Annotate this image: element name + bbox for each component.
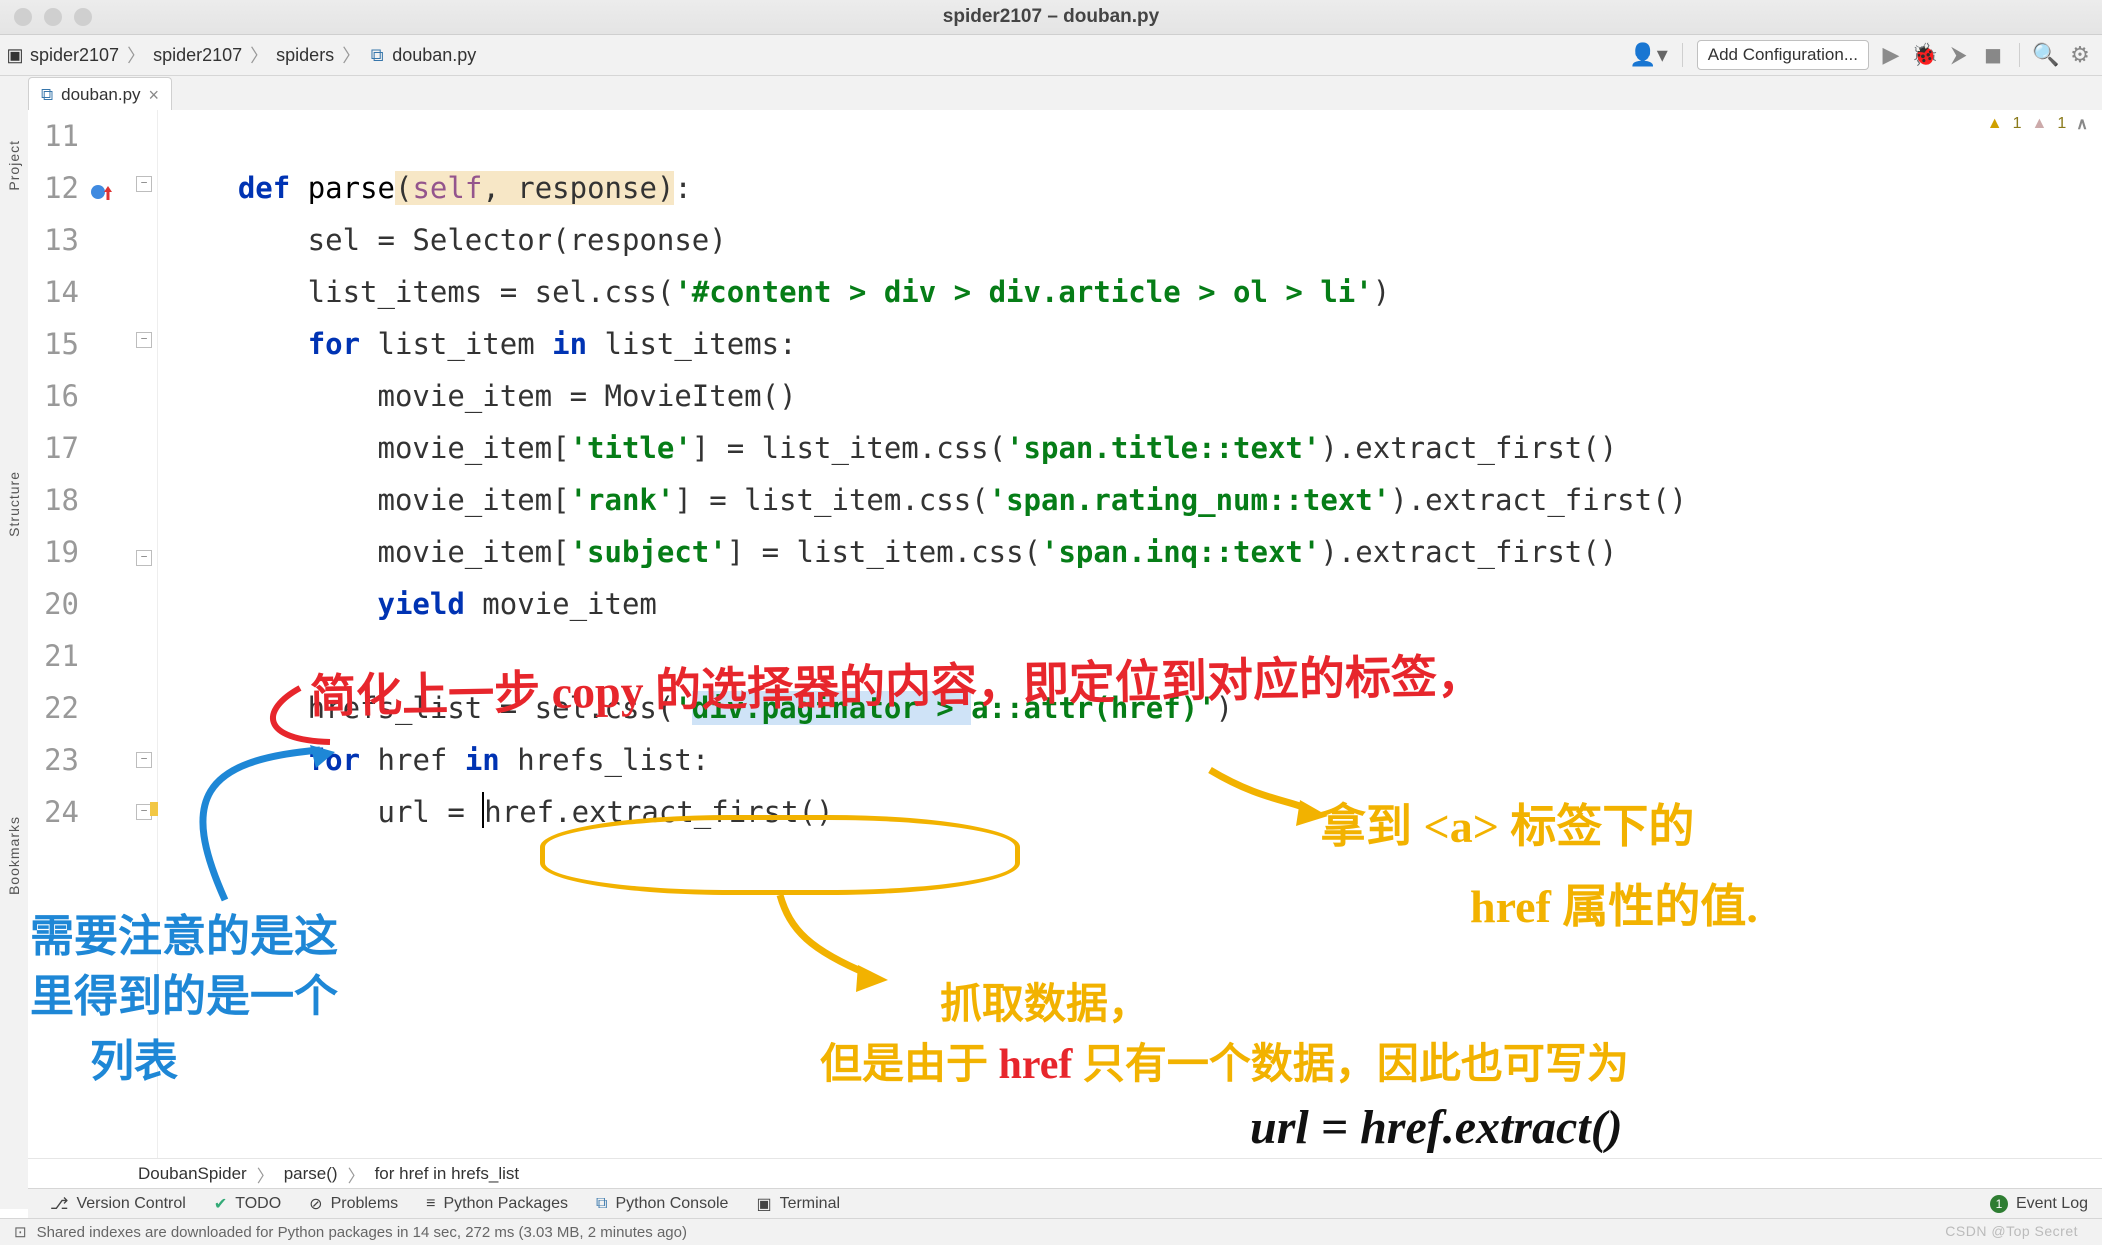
line-no[interactable]: 21 [28, 630, 79, 682]
event-badge: 1 [1990, 1195, 2008, 1213]
code-line[interactable] [168, 630, 2062, 682]
tool-event-log[interactable]: 1 Event Log [1990, 1195, 2102, 1213]
git-icon: ⎇ [50, 1194, 68, 1214]
todo-icon: ✔ [214, 1194, 227, 1214]
code-line[interactable]: sel = Selector(response) [168, 214, 2062, 266]
project-icon: ▣ [6, 46, 24, 64]
tool-version-control[interactable]: ⎇Version Control [50, 1194, 186, 1214]
tool-todo[interactable]: ✔TODO [214, 1194, 281, 1214]
code-line[interactable]: movie_item = MovieItem() [168, 370, 2062, 422]
weak-warning-icon: ▲ [2032, 115, 2048, 133]
window-title: spider2107 – douban.py [943, 6, 1159, 28]
crumb-0[interactable]: spider2107 [30, 45, 119, 66]
code-line[interactable]: movie_item['title'] = list_item.css('spa… [168, 422, 2062, 474]
tool-project[interactable]: Project [6, 140, 22, 191]
tool-python-console[interactable]: ⧉Python Console [596, 1195, 728, 1213]
code-line[interactable]: movie_item['subject'] = list_item.css('s… [168, 526, 2062, 578]
nav-crumb-1[interactable]: parse() [284, 1164, 338, 1184]
status-message: Shared indexes are downloaded for Python… [37, 1224, 687, 1241]
line-no[interactable]: 11 [28, 110, 79, 162]
line-no[interactable]: 22 [28, 682, 79, 734]
code-line[interactable]: yield movie_item [168, 578, 2062, 630]
debug-icon[interactable]: 🐞 [1913, 42, 1937, 68]
scroll-top-icon[interactable]: ∧ [2076, 114, 2088, 134]
code-text[interactable]: def parse(self, response): sel = Selecto… [168, 110, 2062, 1159]
code-line[interactable]: for list_item in list_items: [168, 318, 2062, 370]
code-editor[interactable]: 11 12 13 14 15 16 17 18 19 20 21 22 23 2… [28, 110, 2102, 1159]
warning-icon: ▲ [1987, 115, 2003, 133]
speech-icon[interactable]: ⊡ [14, 1223, 27, 1241]
inspections-widget[interactable]: ▲ 1 ▲ 1 ∧ [1987, 114, 2088, 134]
python-file-icon: ⧉ [41, 85, 53, 105]
title-bar: spider2107 – douban.py [0, 0, 2102, 35]
close-window-icon[interactable] [14, 8, 32, 26]
code-line[interactable]: def parse(self, response): [168, 162, 2062, 214]
line-number-gutter[interactable]: 11 12 13 14 15 16 17 18 19 20 21 22 23 2… [28, 110, 158, 1159]
code-line[interactable] [168, 110, 2062, 162]
search-icon[interactable]: 🔍 [2034, 42, 2058, 68]
line-no[interactable]: 15 [28, 318, 79, 370]
stop-icon[interactable]: ◼ [1981, 42, 2005, 68]
file-tab-douban[interactable]: ⧉ douban.py × [28, 77, 172, 113]
line-no[interactable]: 17 [28, 422, 79, 474]
tool-python-packages[interactable]: ≡Python Packages [426, 1195, 568, 1213]
editor-tabs: ⧉ douban.py × [0, 76, 2102, 113]
code-line[interactable]: for href in hrefs_list: [168, 734, 2062, 786]
left-tool-strip: Project Structure Bookmarks [0, 110, 29, 1209]
line-no[interactable]: 12 [28, 162, 79, 214]
warning-count-a: 1 [2013, 115, 2022, 133]
crumb-sep: 〉 [125, 42, 147, 68]
tool-bookmarks[interactable]: Bookmarks [6, 816, 22, 895]
line-no[interactable]: 24 [28, 786, 79, 838]
console-icon: ⧉ [596, 1195, 607, 1213]
nav-crumb-2[interactable]: for href in hrefs_list [375, 1164, 520, 1184]
line-no[interactable]: 23 [28, 734, 79, 786]
line-no[interactable]: 16 [28, 370, 79, 422]
crumb-3[interactable]: douban.py [392, 45, 476, 66]
bottom-tool-tabs: ⎇Version Control ✔TODO ⊘Problems ≡Python… [28, 1188, 2102, 1219]
file-tab-label: douban.py [61, 85, 140, 105]
coverage-icon[interactable]: ⮞ [1947, 42, 1971, 68]
tool-terminal[interactable]: ▣Terminal [756, 1194, 840, 1214]
watermark: CSDN @Top Secret [1945, 1223, 2078, 1239]
breadcrumb[interactable]: ▣ spider2107 〉 spider2107 〉 spiders 〉 ⧉ do… [6, 42, 476, 68]
crumb-2[interactable]: spiders [276, 45, 334, 66]
crumb-1[interactable]: spider2107 [153, 45, 242, 66]
warning-count-b: 1 [2057, 115, 2066, 133]
run-icon[interactable]: ▶ [1879, 42, 1903, 68]
crumb-sep: 〉 [340, 42, 362, 68]
editor-nav-crumbs[interactable]: DoubanSpider 〉 parse() 〉 for href in hre… [28, 1158, 2102, 1189]
close-tab-icon[interactable]: × [149, 85, 160, 106]
gear-icon[interactable]: ⚙ [2068, 42, 2092, 68]
code-line[interactable]: movie_item['rank'] = list_item.css('span… [168, 474, 2062, 526]
problems-icon: ⊘ [309, 1194, 322, 1214]
user-menu-icon[interactable]: 👤▾ [1629, 42, 1667, 68]
line-no[interactable]: 20 [28, 578, 79, 630]
terminal-icon: ▣ [756, 1194, 771, 1214]
packages-icon: ≡ [426, 1195, 435, 1213]
code-line[interactable]: hrefs_list = sel.css('div.paginator > a:… [168, 682, 2062, 734]
tool-structure[interactable]: Structure [6, 471, 22, 537]
nav-crumb-0[interactable]: DoubanSpider [138, 1164, 247, 1184]
line-no[interactable]: 13 [28, 214, 79, 266]
code-line[interactable]: url = href.extract_first() [168, 786, 2062, 838]
crumb-sep: 〉 [248, 42, 270, 68]
main-toolbar: ▣ spider2107 〉 spider2107 〉 spiders 〉 ⧉ do… [0, 35, 2102, 76]
line-no[interactable]: 18 [28, 474, 79, 526]
run-config-dropdown[interactable]: Add Configuration... [1697, 40, 1869, 70]
minimize-window-icon[interactable] [44, 8, 62, 26]
tool-problems[interactable]: ⊘Problems [309, 1194, 398, 1214]
line-no[interactable]: 14 [28, 266, 79, 318]
line-no[interactable]: 19 [28, 526, 79, 578]
code-line[interactable]: list_items = sel.css('#content > div > d… [168, 266, 2062, 318]
traffic-lights [14, 8, 92, 26]
python-file-icon: ⧉ [368, 46, 386, 64]
maximize-window-icon[interactable] [74, 8, 92, 26]
status-bar: ⊡ Shared indexes are downloaded for Pyth… [0, 1218, 2102, 1245]
run-config-label: Add Configuration... [1708, 45, 1858, 65]
